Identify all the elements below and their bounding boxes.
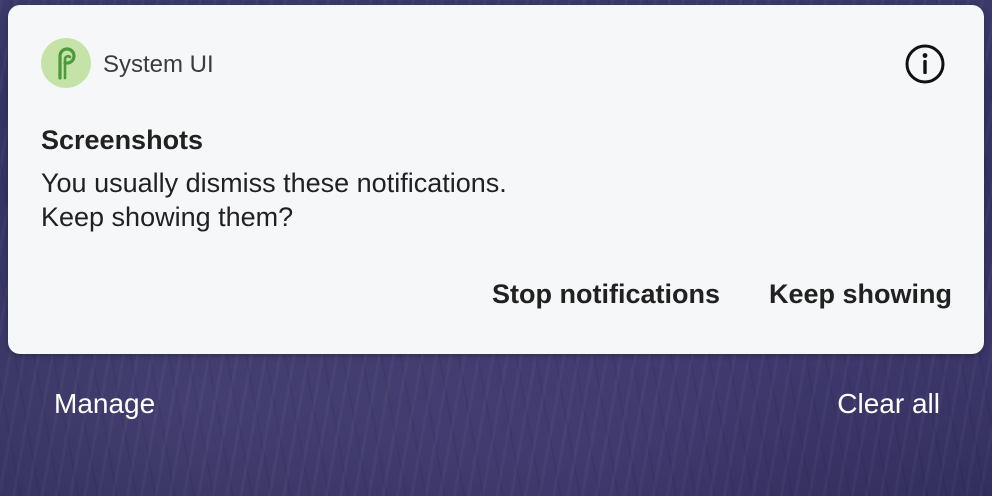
message-line-2: Keep showing them?: [41, 202, 294, 232]
notification-card[interactable]: System UI Screenshots You usually dismis…: [8, 5, 984, 354]
info-icon[interactable]: [904, 43, 946, 85]
notification-title: Screenshots: [41, 125, 204, 155]
message-line-1: You usually dismiss these notifications.: [41, 168, 507, 198]
keep-showing-button[interactable]: Keep showing: [769, 279, 952, 310]
stop-notifications-button[interactable]: Stop notifications: [492, 279, 720, 310]
android-p-icon: [41, 38, 91, 88]
notification-message: You usually dismiss these notifications.…: [41, 166, 741, 234]
app-name: System UI: [103, 51, 214, 78]
manage-button[interactable]: Manage: [54, 388, 155, 420]
clear-all-button[interactable]: Clear all: [837, 388, 940, 420]
